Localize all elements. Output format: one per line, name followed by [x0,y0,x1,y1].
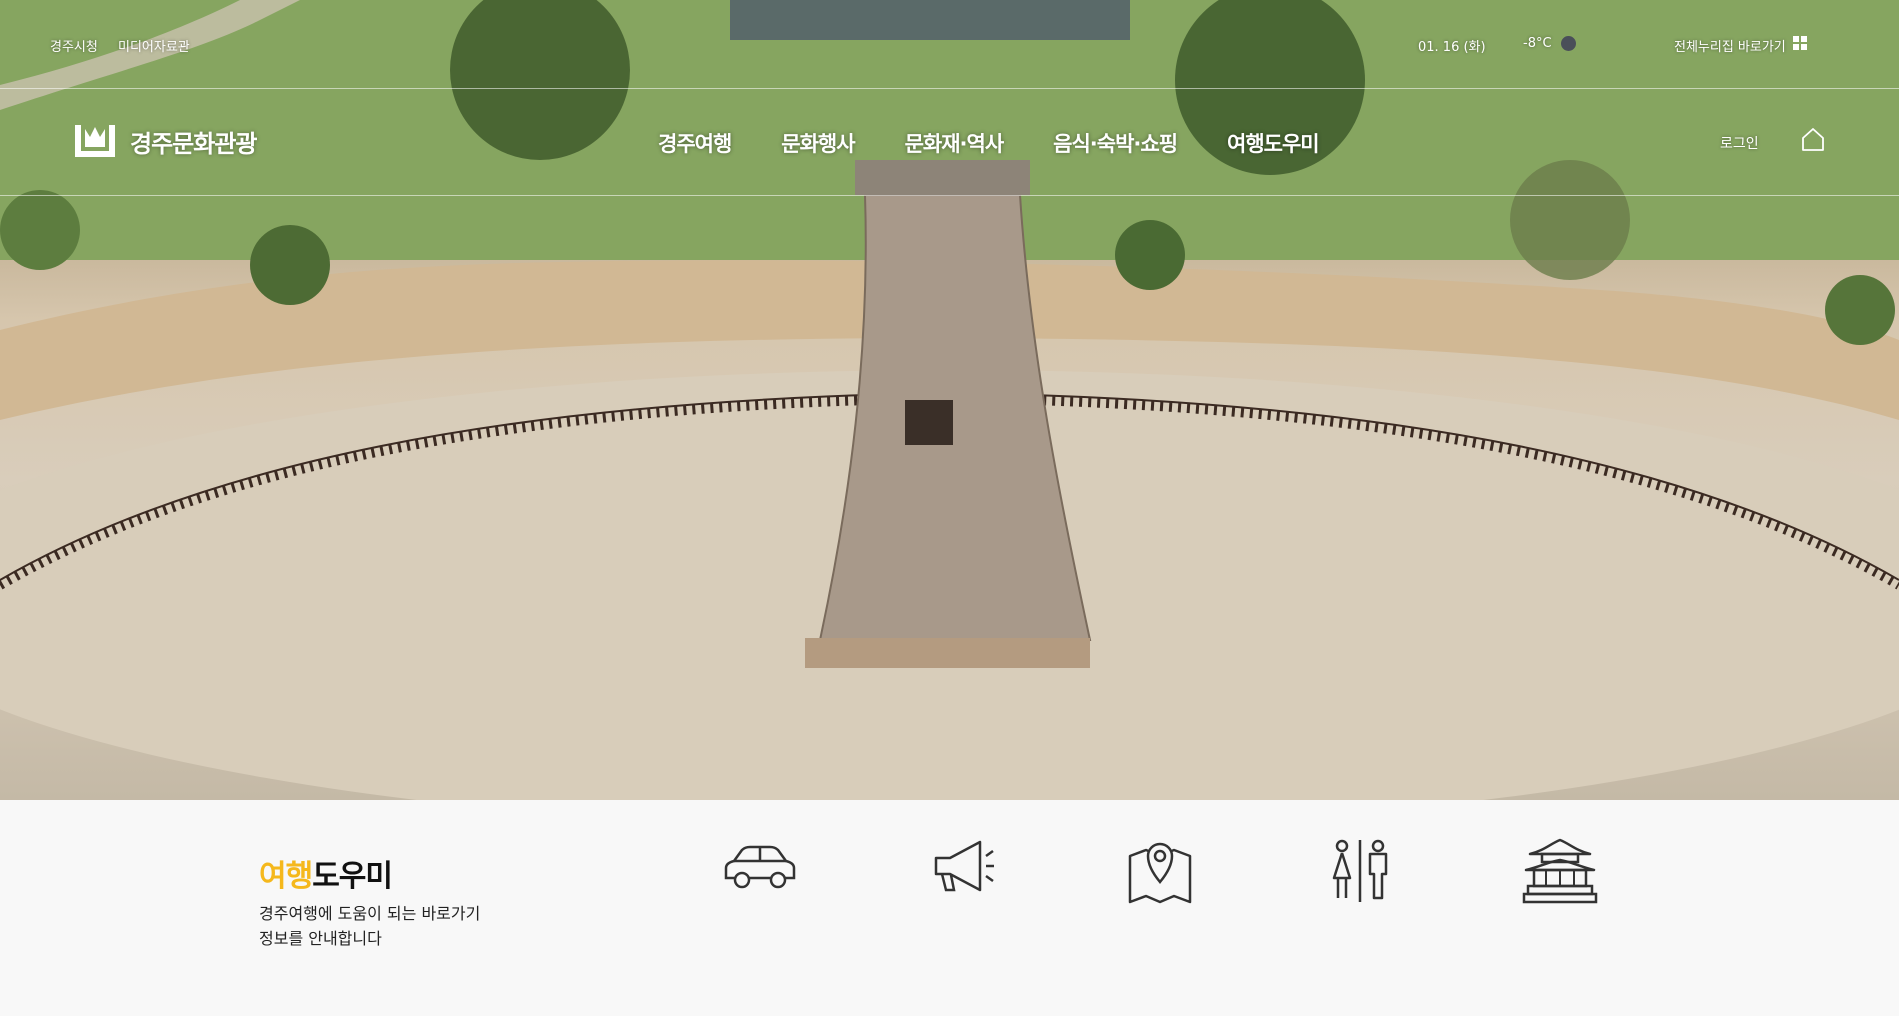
quick-link-traffic[interactable]: 교통정보 [670,836,850,927]
temperature-display: -8°C [1523,36,1552,51]
menu-food-lodging-shopping[interactable]: 음식·숙박·쇼핑 [1053,128,1178,158]
helper-desc-line2: 정보를 안내합니다 [259,929,382,948]
quick-link-tour-pass[interactable]: 경주관광패스 [1470,836,1650,937]
quick-link-restroom[interactable]: 공중화장실 [1270,836,1450,937]
quick-link-culture-guide[interactable]: 문화관광해설 [870,836,1050,927]
menu-culture-events[interactable]: 문화행사 [781,128,855,158]
crown-logo-icon [75,125,115,157]
city-hall-link[interactable]: 경주시청 [50,36,98,55]
quick-link-label: 교통정보 [732,908,788,926]
media-archive-link[interactable]: 미디어자료관 [118,36,190,55]
helper-title-rest: 도우미 [312,859,393,894]
quick-link-label: 경주관광패스 [1518,918,1602,936]
site-logo[interactable]: 경주문화관광 [73,120,257,162]
utility-bar: 경주시청 미디어자료관 01. 16 (화) -8°C 전체누리집 바로가기 [0,0,1899,89]
home-icon[interactable] [1800,126,1826,152]
menu-travel-helper[interactable]: 여행도우미 [1227,128,1320,158]
travel-helper-section: 여행도우미 경주여행에 도움이 되는 바로가기 정보를 안내합니다 교통정보 문… [0,800,1899,1016]
quick-link-tour-map[interactable]: 관광안내지도 [1070,836,1250,937]
map-pin-icon [1128,842,1192,904]
grid-icon[interactable] [1793,36,1808,51]
helper-title-accent: 여행 [259,859,313,894]
car-icon [724,845,796,889]
restroom-icon [1332,839,1388,902]
helper-desc-line1: 경주여행에 도움이 되는 바로가기 [259,904,481,923]
helper-title: 여행도우미 [259,851,393,895]
menu-heritage-history[interactable]: 문화재·역사 [905,128,1005,158]
date-display: 01. 16 (화) [1418,40,1486,55]
quick-link-label: 관광안내지도 [1118,918,1202,936]
quick-link-label: 문화관광해설 [918,908,1002,926]
sitemap-link[interactable]: 전체누리집 바로가기 [1674,36,1786,55]
main-menu: 경주여행 문화행사 문화재·역사 음식·숙박·쇼핑 여행도우미 [658,128,1320,158]
menu-gyeongju-travel[interactable]: 경주여행 [658,128,732,158]
logo-text: 경주문화관광 [130,129,257,158]
moon-icon [1561,36,1576,51]
main-navigation: 경주문화관광 경주여행 문화행사 문화재·역사 음식·숙박·쇼핑 여행도우미 로… [0,88,1899,196]
helper-description: 경주여행에 도움이 되는 바로가기 정보를 안내합니다 [259,901,519,951]
quick-link-label: 공중화장실 [1325,918,1395,936]
megaphone-icon [934,840,994,892]
palace-icon [1522,838,1598,904]
login-link[interactable]: 로그인 [1720,133,1759,153]
